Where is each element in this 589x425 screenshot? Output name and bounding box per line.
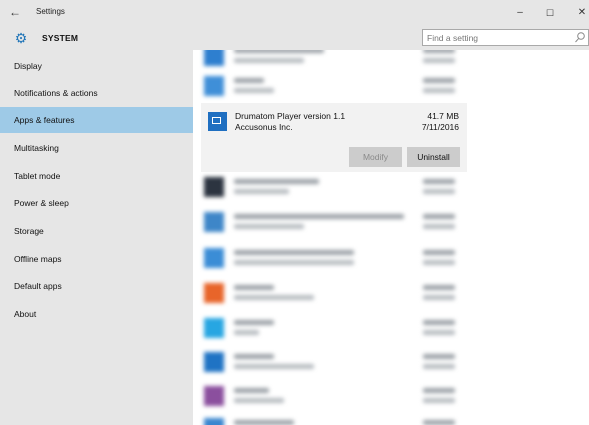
title-bar: ← Settings – ☐ ✕ [0, 0, 589, 26]
sidebar-item-power-sleep[interactable]: Power & sleep [0, 190, 193, 216]
list-item[interactable] [201, 246, 461, 270]
list-item[interactable] [201, 74, 461, 98]
list-item[interactable] [201, 384, 461, 408]
list-item[interactable] [201, 316, 461, 340]
search-placeholder: Find a setting [427, 33, 479, 43]
uninstall-button[interactable]: Uninstall [407, 147, 460, 167]
list-item[interactable] [201, 281, 461, 305]
list-item[interactable] [201, 175, 461, 199]
maximize-button[interactable]: ☐ [542, 5, 558, 21]
app-size: 41.7 MB [427, 111, 459, 121]
sidebar-item-apps-features[interactable]: Apps & features [0, 107, 193, 133]
sidebar-item-tablet-mode[interactable]: Tablet mode [0, 163, 193, 189]
modify-button[interactable]: Modify [349, 147, 402, 167]
sidebar-item-default-apps[interactable]: Default apps [0, 273, 193, 299]
search-input[interactable]: Find a setting [422, 29, 589, 46]
window-title: Settings [36, 7, 65, 16]
list-item[interactable] [201, 50, 461, 68]
sidebar: ⚙ SYSTEM Display Notifications & actions… [0, 26, 193, 425]
search-icon [574, 31, 586, 44]
sidebar-item-display[interactable]: Display [0, 53, 193, 79]
back-arrow-icon[interactable]: ← [8, 4, 22, 20]
gear-icon: ⚙ [14, 30, 28, 46]
system-label: SYSTEM [42, 33, 79, 43]
app-name: Drumatom Player version 1.1 [235, 111, 346, 121]
sidebar-item-storage[interactable]: Storage [0, 218, 193, 244]
selected-app-item[interactable]: Drumatom Player version 1.1 Accusonus In… [201, 103, 467, 172]
list-item[interactable] [201, 210, 461, 234]
sidebar-item-about[interactable]: About [0, 301, 193, 327]
app-window-icon [208, 112, 227, 131]
list-item[interactable] [201, 416, 461, 425]
sidebar-item-offline-maps[interactable]: Offline maps [0, 246, 193, 272]
minimize-button[interactable]: – [512, 5, 528, 21]
app-install-date: 7/11/2016 [421, 122, 459, 132]
system-header: ⚙ SYSTEM [0, 26, 193, 50]
sidebar-item-notifications[interactable]: Notifications & actions [0, 80, 193, 106]
sidebar-item-multitasking[interactable]: Multitasking [0, 135, 193, 161]
list-item[interactable] [201, 350, 461, 374]
app-publisher: Accusonus Inc. [235, 122, 293, 132]
close-button[interactable]: ✕ [574, 5, 589, 21]
